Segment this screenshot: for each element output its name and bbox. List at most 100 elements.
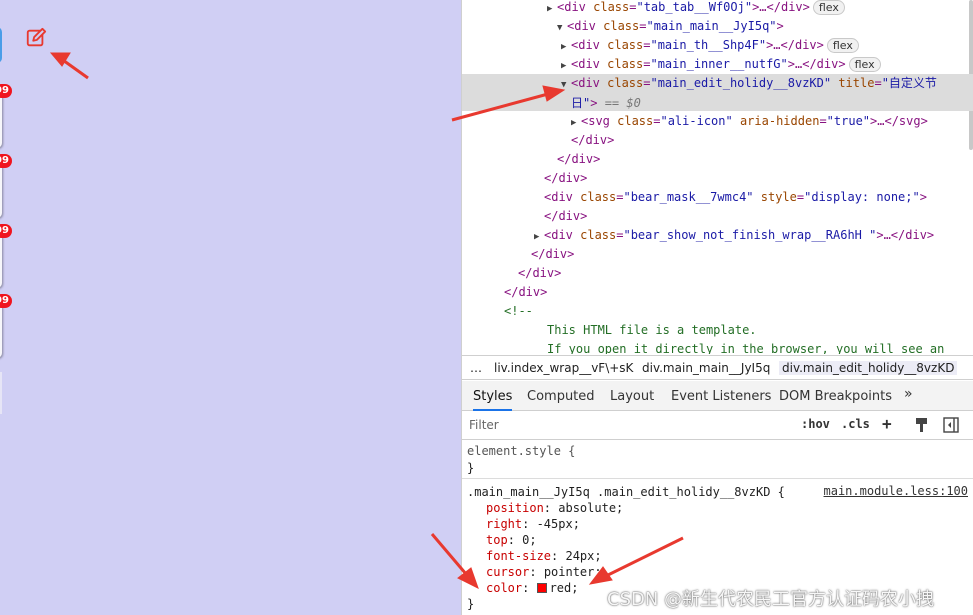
tag-open: <div bbox=[571, 57, 608, 71]
tree-row[interactable]: ▶ <div class="tab_tab__Wf0Oj">…</div> flex bbox=[462, 0, 973, 17]
count-badge: 99 bbox=[0, 224, 12, 238]
tag-close: > bbox=[919, 190, 927, 204]
tag-close: </div> bbox=[544, 209, 588, 223]
expand-toggle-icon: ▶ bbox=[571, 118, 577, 128]
tree-row[interactable]: ▶ <div class="bear_show_not_finish_wrap__… bbox=[462, 226, 973, 245]
rule-close-brace: } bbox=[467, 461, 475, 475]
attr-value: "自定义节 bbox=[881, 76, 937, 90]
watermark: CSDN @新生代农民工官方认证码农小拽 bbox=[607, 589, 935, 610]
devtools-panel: ••• ▶<div class="tab_tab__Wf0Oj">…</div>… bbox=[461, 0, 973, 615]
breadcrumb-item-current[interactable]: div.main_edit_holidy__8vzKD bbox=[779, 361, 958, 375]
css-declaration[interactable]: cursor: pointer; bbox=[486, 564, 602, 580]
tree-row[interactable]: ▶ <div class="main_th__Shp4F">…</div> flex bbox=[462, 36, 973, 55]
tag-close: </div> bbox=[544, 171, 588, 185]
css-property-name: top bbox=[486, 533, 508, 547]
breadcrumb-item[interactable]: liv.index_wrap__vF\+sK bbox=[494, 361, 633, 375]
tree-row[interactable]: If you open it directly in the browser, … bbox=[462, 340, 973, 354]
css-property-name: position bbox=[486, 501, 544, 515]
app-preview: 99 99 99 99 bbox=[0, 0, 461, 615]
tab-computed[interactable]: Computed bbox=[527, 389, 595, 404]
css-declaration[interactable]: font-size: 24px; bbox=[486, 548, 602, 564]
css-declaration[interactable]: right: -45px; bbox=[486, 516, 580, 532]
breadcrumb-item[interactable]: div.main_main__JyI5q bbox=[642, 361, 770, 375]
tree-row[interactable]: <div class="bear_mask__7wmc4" style="dis… bbox=[462, 188, 973, 207]
tag-close: </div> bbox=[504, 285, 548, 299]
tree-row[interactable]: ▼ <div class="main_main__JyI5q"> bbox=[462, 17, 973, 36]
tree-row[interactable]: </div> bbox=[462, 245, 973, 264]
flex-badge[interactable]: flex bbox=[826, 38, 859, 53]
tab-event-listeners[interactable]: Event Listeners bbox=[671, 389, 771, 404]
tag-open: <div bbox=[544, 190, 581, 204]
tag-close: > bbox=[776, 19, 784, 33]
attr-value: "main_main__JyI5q" bbox=[646, 19, 777, 33]
edit-icon[interactable] bbox=[25, 27, 47, 49]
toggle-sidebar-icon[interactable] bbox=[943, 417, 959, 433]
expand-toggle-icon: ▼ bbox=[557, 23, 563, 33]
expand-toggle-icon: ▶ bbox=[547, 4, 553, 14]
rule-selector[interactable]: .main_main__JyI5q .main_edit_holidy__8vz… bbox=[467, 484, 785, 500]
elements-tree: ••• ▶<div class="tab_tab__Wf0Oj">…</div>… bbox=[462, 0, 973, 354]
count-badge: 99 bbox=[0, 154, 12, 168]
tag-close: </div> bbox=[518, 266, 562, 280]
css-property-value: pointer; bbox=[543, 565, 602, 579]
side-card[interactable] bbox=[0, 162, 2, 218]
tree-row[interactable]: <!-- bbox=[462, 302, 973, 321]
tree-row[interactable]: </div> bbox=[462, 150, 973, 169]
tree-row[interactable]: </div> bbox=[462, 207, 973, 226]
flex-badge[interactable]: flex bbox=[848, 57, 881, 72]
class-toggle-button[interactable]: .cls bbox=[841, 417, 870, 431]
css-property-name: cursor bbox=[486, 565, 530, 579]
html-comment: If you open it directly in the browser, … bbox=[547, 342, 945, 354]
side-card[interactable] bbox=[0, 92, 2, 148]
side-card-active[interactable] bbox=[0, 27, 2, 63]
expand-toggle-icon: ▼ bbox=[561, 80, 567, 90]
paint-brush-icon[interactable] bbox=[914, 417, 930, 433]
attr-name: class bbox=[607, 38, 644, 52]
side-card[interactable] bbox=[0, 302, 2, 358]
attr-value: "display: none;" bbox=[804, 190, 920, 204]
css-declaration[interactable]: position: absolute; bbox=[486, 500, 623, 516]
css-declaration[interactable]: color: red; bbox=[486, 580, 578, 596]
tab-styles[interactable]: Styles bbox=[473, 389, 513, 411]
styles-filter-bar: :hov .cls + bbox=[462, 412, 973, 440]
flex-badge[interactable]: flex bbox=[812, 0, 845, 15]
count-badge: 99 bbox=[0, 84, 12, 98]
hover-state-button[interactable]: :hov bbox=[801, 417, 830, 431]
css-property-name: font-size bbox=[486, 549, 552, 563]
tab-layout[interactable]: Layout bbox=[610, 389, 654, 404]
attr-value: "true" bbox=[826, 114, 871, 128]
source-link[interactable]: main.module.less:100 bbox=[824, 484, 969, 498]
tag-open: <div bbox=[557, 0, 594, 14]
css-declaration[interactable]: top: 0; bbox=[486, 532, 537, 548]
tree-row[interactable]: This HTML file is a template. bbox=[462, 321, 973, 340]
css-property-value: absolute; bbox=[558, 501, 624, 515]
attr-name: class bbox=[580, 228, 617, 242]
side-card[interactable] bbox=[0, 232, 2, 288]
more-tabs-icon[interactable]: » bbox=[904, 386, 913, 402]
tree-row[interactable]: </div> bbox=[462, 264, 973, 283]
tree-row[interactable]: ▶ <svg class="ali-icon" aria-hidden="true… bbox=[462, 112, 973, 131]
styles-tabbar: Styles Computed Layout Event Listeners D… bbox=[462, 381, 973, 411]
tag-close: >…</div> bbox=[752, 0, 810, 14]
color-swatch[interactable] bbox=[536, 583, 547, 593]
html-comment: This HTML file is a template. bbox=[547, 323, 757, 337]
tree-row[interactable]: </div> bbox=[462, 283, 973, 302]
rule-close-brace: } bbox=[467, 597, 475, 611]
tree-row[interactable]: </div> bbox=[462, 131, 973, 150]
tree-row[interactable]: </div> bbox=[462, 169, 973, 188]
tag-close: </div> bbox=[571, 133, 615, 147]
attr-value: "ali-icon" bbox=[660, 114, 733, 128]
html-comment: <!-- bbox=[504, 304, 533, 318]
attr-value: "bear_mask__7wmc4" bbox=[623, 190, 754, 204]
tree-row-selected[interactable]: ▼ <div class="main_edit_holidy__8vzKD" ti… bbox=[462, 74, 973, 111]
tree-row[interactable]: ▶ <div class="main_inner__nutfG">…</div> f… bbox=[462, 55, 973, 74]
tag-close: >…</div> bbox=[787, 57, 846, 71]
breadcrumb-more[interactable]: … bbox=[470, 361, 482, 375]
element-style-selector[interactable]: element.style { bbox=[467, 443, 575, 459]
tab-dom-breakpoints[interactable]: DOM Breakpoints bbox=[779, 389, 892, 404]
css-property-name: color bbox=[486, 581, 523, 595]
attr-name: title bbox=[831, 76, 875, 90]
filter-input[interactable] bbox=[469, 418, 669, 432]
tag-close: </div> bbox=[557, 152, 601, 166]
new-rule-button[interactable]: + bbox=[882, 414, 892, 433]
